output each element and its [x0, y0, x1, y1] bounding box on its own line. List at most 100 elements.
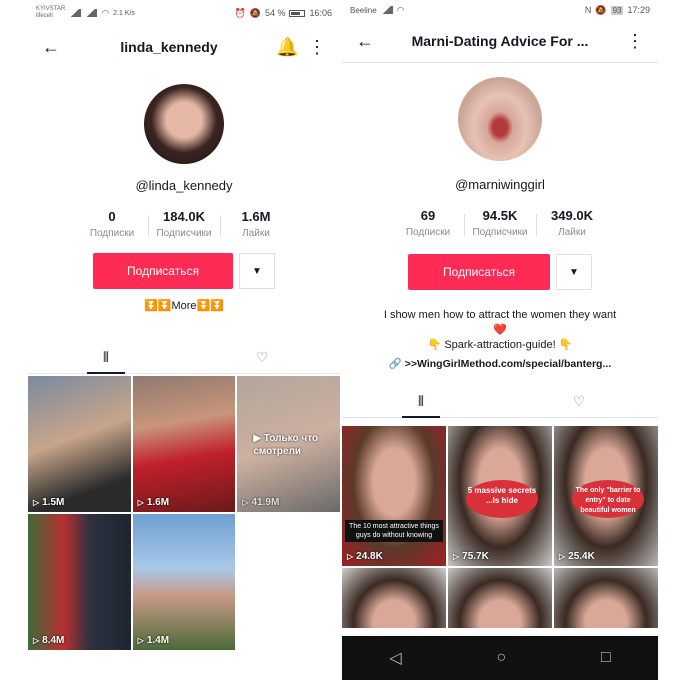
view-count: ▷ 41.9M: [242, 497, 279, 508]
stat-following[interactable]: 69 Подписки: [392, 208, 464, 238]
view-count: ▷ 8.4M: [33, 635, 64, 646]
stat-label: Лайки: [558, 227, 586, 238]
view-count-text: 75.7K: [462, 551, 489, 562]
video-thumbnail[interactable]: ▷ 8.4M: [28, 514, 131, 650]
video-thumbnail[interactable]: 5 massive secrets ...ls hide ▷ 75.7K: [448, 426, 552, 566]
stat-likes[interactable]: 349.0K Лайки: [536, 208, 608, 238]
wifi-icon: ◠: [101, 7, 110, 18]
liked-hidden-icon: ♡: [255, 349, 269, 365]
page-title: linda_kennedy: [120, 39, 218, 55]
stat-following[interactable]: 0 Подписки: [76, 209, 148, 239]
stat-label: Подписчики: [156, 228, 212, 239]
recents-nav-icon[interactable]: □: [601, 649, 611, 667]
play-icon: ▷: [347, 552, 354, 561]
stat-label: Подписки: [89, 228, 135, 239]
stat-label: Лайки: [242, 228, 270, 239]
video-badge: 5 massive secrets ...ls hide: [466, 480, 538, 518]
right-profile-screen: Beeline ◠ N 🔕 93 17:29 ← Marni-Dating Ad…: [342, 0, 658, 680]
view-count: ▷ 75.7K: [453, 551, 489, 562]
bell-icon[interactable]: 🔔: [276, 37, 298, 58]
back-nav-icon[interactable]: ◁: [389, 648, 401, 668]
battery-percent: 54 %: [264, 8, 286, 18]
stat-value: 184.0K: [163, 209, 205, 224]
action-row: Подписаться ▼: [342, 254, 658, 290]
avatar[interactable]: [144, 84, 224, 164]
profile-stats: 0 Подписки 184.0K Подписчики 1.6M Лайки: [28, 209, 340, 239]
carrier-name: Beeline: [350, 5, 377, 15]
video-caption: The 10 most attractive things guys do wi…: [345, 520, 443, 542]
signal-icon: [380, 6, 393, 14]
bio-line: I show men how to attract the women they…: [383, 309, 617, 336]
stat-followers[interactable]: 94.5K Подписчики: [464, 208, 536, 238]
video-thumbnail[interactable]: The only "barrier to entry" to date beau…: [554, 426, 658, 566]
profile-stats: 69 Подписки 94.5K Подписчики 349.0K Лайк…: [342, 208, 658, 238]
videos-grid-icon: ⦀: [102, 349, 110, 365]
arrow-left-icon[interactable]: ←: [40, 37, 62, 58]
bio[interactable]: ⏬⏬More⏬⏬: [28, 299, 340, 314]
bio-link[interactable]: 🔗 >>WingGirlMethod.com/special/banterg..…: [342, 357, 658, 370]
view-count-text: 25.4K: [568, 551, 595, 562]
nav-divider: [342, 62, 658, 63]
tab-liked[interactable]: ♡: [500, 386, 658, 417]
tab-videos[interactable]: ⦀: [342, 386, 500, 418]
follow-button[interactable]: Подписаться: [408, 254, 550, 290]
stat-value: 0: [108, 209, 116, 224]
video-thumbnail[interactable]: [342, 568, 446, 628]
play-icon: ▷: [242, 498, 249, 507]
view-count-text: 1.6M: [146, 497, 170, 508]
video-thumbnail[interactable]: [448, 568, 552, 628]
status-bar: Beeline ◠ N 🔕 93 17:29: [342, 0, 658, 20]
play-icon: ▷: [137, 498, 144, 507]
liked-hidden-icon: ♡: [572, 393, 586, 409]
video-grid: ▷ 1.5M ▷ 1.6M ▶ Только что смотрели ▷ 41.9M…: [28, 376, 340, 650]
bio-line: 👇 Spark-attraction-guide! 👇: [427, 339, 573, 351]
play-icon: ▷: [137, 636, 144, 645]
play-icon: ▷: [33, 636, 40, 645]
battery-icon: [289, 9, 306, 17]
avatar[interactable]: [458, 77, 542, 161]
arrow-left-icon[interactable]: ←: [354, 31, 376, 52]
video-thumbnail[interactable]: ▶ Только что смотрели ▷ 41.9M: [237, 376, 340, 512]
chevron-down-icon[interactable]: ▼: [556, 254, 592, 290]
carrier-name: KYIVSTAR: [36, 6, 66, 12]
profile-tabs: ⦀ ♡: [342, 386, 658, 418]
network-speed: 2.1 K/s: [113, 9, 135, 17]
view-count-text: 1.5M: [42, 497, 65, 508]
stat-value: 1.6M: [241, 209, 271, 224]
video-thumbnail[interactable]: [554, 568, 658, 628]
view-count-text: 24.8K: [356, 551, 383, 562]
nfc-icon: N: [584, 5, 592, 15]
carrier-name-2: lifecell: [36, 13, 53, 19]
more-vertical-icon[interactable]: ⋮: [306, 37, 328, 58]
tab-liked[interactable]: ♡: [184, 342, 340, 373]
video-grid: The 10 most attractive things guys do wi…: [342, 426, 658, 628]
signal-icon: [69, 9, 82, 17]
stat-followers[interactable]: 184.0K Подписчики: [148, 209, 220, 239]
video-thumbnail[interactable]: ▷ 1.4M: [132, 514, 236, 650]
tab-videos[interactable]: ⦀: [28, 342, 184, 374]
recently-watched-label: ▶ Только что смотрели: [253, 433, 319, 457]
top-nav-bar: ← linda_kennedy 🔔 ⋮: [28, 26, 340, 68]
home-nav-icon[interactable]: ○: [496, 649, 506, 667]
status-bar: KYIVSTAR lifecell ◠ 2.1 K/s ⏰ 🔕 54 % 16:…: [28, 0, 340, 26]
stat-likes[interactable]: 1.6M Лайки: [220, 209, 292, 239]
more-vertical-icon[interactable]: ⋮: [624, 31, 646, 52]
play-icon: ▷: [559, 552, 566, 561]
stat-value: 69: [420, 208, 436, 223]
page-title: Marni-Dating Advice For ...: [411, 33, 589, 49]
battery-percent: 93: [610, 5, 624, 15]
mute-icon: 🔕: [249, 7, 261, 18]
video-thumbnail[interactable]: ▷ 1.6M: [132, 376, 236, 512]
video-thumbnail[interactable]: ▷ 1.5M: [28, 376, 131, 512]
follow-button[interactable]: Подписаться: [93, 253, 233, 289]
stat-value: 94.5K: [482, 208, 518, 223]
chevron-down-icon[interactable]: ▼: [239, 253, 275, 289]
left-profile-screen: KYIVSTAR lifecell ◠ 2.1 K/s ⏰ 🔕 54 % 16:…: [28, 0, 340, 660]
alarm-icon: ⏰: [234, 7, 246, 18]
view-count: ▷ 24.8K: [347, 551, 383, 562]
mute-icon: 🔕: [595, 4, 607, 15]
clock: 16:06: [309, 8, 332, 18]
profile-handle: @marniwinggirl: [455, 177, 545, 192]
video-badge: The only "barrier to entry" to date beau…: [572, 480, 644, 518]
video-thumbnail[interactable]: The 10 most attractive things guys do wi…: [342, 426, 446, 566]
